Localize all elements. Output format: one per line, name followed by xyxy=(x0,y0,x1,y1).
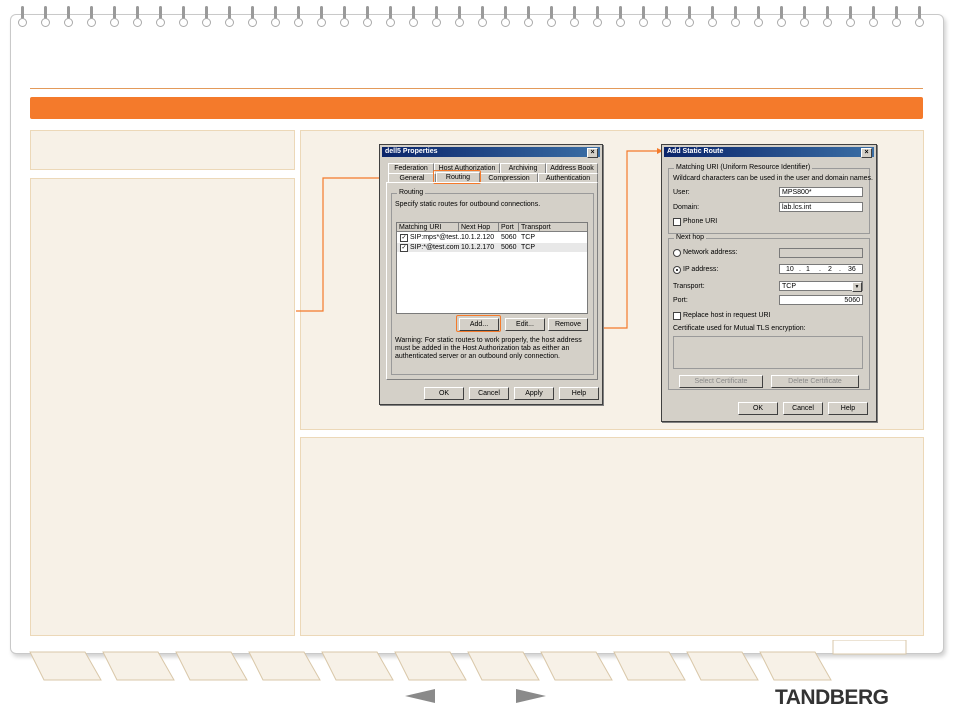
routing-description: Specify static routes for outbound conne… xyxy=(395,201,541,208)
table-row[interactable]: ✓ SIP:*@test.com 10.1.2.170 5060 TCP xyxy=(397,243,587,252)
column-next-hop[interactable]: Next Hop xyxy=(459,223,499,232)
arrow-left-icon[interactable] xyxy=(405,689,435,703)
section-tab[interactable] xyxy=(29,651,102,681)
ip-address-input[interactable]: 10 . 1 . 2 . 36 xyxy=(779,264,863,274)
user-input[interactable]: MPS800* xyxy=(779,187,863,197)
cancel-button[interactable]: Cancel xyxy=(469,387,509,400)
routing-tab-body: Routing Specify static routes for outbou… xyxy=(386,182,598,380)
row-next-hop: 10.1.2.170 xyxy=(461,244,495,251)
row-uri: SIP:mps*@test... xyxy=(410,234,464,241)
row-checkbox[interactable]: ✓ xyxy=(400,244,408,252)
section-tab[interactable] xyxy=(394,651,467,681)
domain-input[interactable]: lab.lcs.int xyxy=(779,202,863,212)
static-route-title: Add Static Route xyxy=(667,148,724,155)
routing-group-title: Routing xyxy=(397,189,426,196)
section-tab[interactable] xyxy=(832,640,907,655)
tab-archiving[interactable]: Archiving xyxy=(500,163,546,173)
static-routes-list[interactable]: Matching URI Next Hop Port Transport ✓ S… xyxy=(396,222,588,314)
transport-select[interactable]: TCP ▼ xyxy=(779,281,863,292)
domain-label: Domain: xyxy=(673,204,700,211)
close-icon[interactable]: × xyxy=(861,148,872,158)
delete-certificate-button[interactable]: Delete Certificate xyxy=(771,375,859,388)
replace-host-label: Replace host in request URI xyxy=(683,312,771,319)
row-next-hop: 10.1.2.120 xyxy=(461,234,495,241)
static-route-titlebar: Add Static Route × xyxy=(664,147,874,158)
replace-host-checkbox[interactable] xyxy=(673,312,681,320)
properties-dialog: dell5 Properties × Federation Host Autho… xyxy=(379,144,603,405)
add-static-route-dialog: Add Static Route × Matching URI (Uniform… xyxy=(661,144,877,422)
remove-button[interactable]: Remove xyxy=(548,318,588,331)
certificate-box xyxy=(673,336,863,369)
help-button[interactable]: Help xyxy=(559,387,599,400)
routing-warning: Warning: For static routes to work prope… xyxy=(395,337,582,360)
column-transport[interactable]: Transport xyxy=(519,223,587,232)
help-button[interactable]: Help xyxy=(828,402,868,415)
user-label: User: xyxy=(673,189,690,196)
chevron-down-icon[interactable]: ▼ xyxy=(852,282,862,292)
row-transport: TCP xyxy=(521,234,535,241)
row-transport: TCP xyxy=(521,244,535,251)
phone-uri-checkbox[interactable] xyxy=(673,218,681,226)
next-hop-group: Next hop Network address: IP address: 10… xyxy=(668,234,870,390)
network-address-radio[interactable] xyxy=(673,249,681,257)
port-input[interactable]: 5060 xyxy=(779,295,863,305)
select-certificate-button[interactable]: Select Certificate xyxy=(679,375,763,388)
section-tab[interactable] xyxy=(540,651,613,681)
bottom-tab-strip xyxy=(29,640,907,681)
section-tab[interactable] xyxy=(321,651,394,681)
properties-title: dell5 Properties xyxy=(385,148,438,155)
wildcard-note: Wildcard characters can be used in the u… xyxy=(673,175,873,182)
table-row[interactable]: ✓ SIP:mps*@test... 10.1.2.120 5060 TCP xyxy=(397,233,587,242)
row-port: 5060 xyxy=(501,234,517,241)
transport-label: Transport: xyxy=(673,283,705,290)
section-tab[interactable] xyxy=(467,651,540,681)
ip-octet-4: 36 xyxy=(848,266,856,273)
certificate-label: Certificate used for Mutual TLS encrypti… xyxy=(673,325,806,332)
column-port[interactable]: Port xyxy=(499,223,519,232)
apply-button[interactable]: Apply xyxy=(514,387,554,400)
network-address-label: Network address: xyxy=(683,249,738,256)
section-tab[interactable] xyxy=(759,651,832,681)
properties-titlebar: dell5 Properties × xyxy=(382,147,600,158)
matching-uri-group-title: Matching URI (Uniform Resource Identifie… xyxy=(674,164,813,171)
edit-button[interactable]: Edit... xyxy=(505,318,545,331)
network-address-input xyxy=(779,248,863,258)
tab-federation[interactable]: Federation xyxy=(388,163,434,173)
ip-octet-1: 10 xyxy=(786,266,794,273)
close-icon[interactable]: × xyxy=(587,148,598,158)
transport-value: TCP xyxy=(782,283,796,290)
ip-address-label: IP address: xyxy=(683,266,719,273)
section-tab[interactable] xyxy=(248,651,321,681)
port-label: Port: xyxy=(673,297,688,304)
ip-address-radio[interactable] xyxy=(673,266,681,274)
ok-button[interactable]: OK xyxy=(738,402,778,415)
next-hop-group-title: Next hop xyxy=(674,234,707,241)
add-button-highlight xyxy=(456,315,501,332)
tandberg-logo: TANDBERG xyxy=(775,686,889,709)
ip-octet-2: 1 xyxy=(806,266,810,273)
cancel-button[interactable]: Cancel xyxy=(783,402,823,415)
matching-uri-group: Matching URI (Uniform Resource Identifie… xyxy=(668,164,873,234)
section-tab[interactable] xyxy=(102,651,175,681)
section-tab[interactable] xyxy=(613,651,686,681)
column-matching-uri[interactable]: Matching URI xyxy=(397,223,459,232)
arrow-right-icon[interactable] xyxy=(516,689,546,703)
tab-address-book[interactable]: Address Book xyxy=(546,163,598,173)
phone-uri-label: Phone URI xyxy=(683,218,718,225)
row-checkbox[interactable]: ✓ xyxy=(400,234,408,242)
row-port: 5060 xyxy=(501,244,517,251)
routing-groupbox: Routing Specify static routes for outbou… xyxy=(391,189,594,375)
section-tab[interactable] xyxy=(686,651,759,681)
ok-button[interactable]: OK xyxy=(424,387,464,400)
ip-octet-3: 2 xyxy=(828,266,832,273)
section-tab[interactable] xyxy=(175,651,248,681)
row-uri: SIP:*@test.com xyxy=(410,244,460,251)
